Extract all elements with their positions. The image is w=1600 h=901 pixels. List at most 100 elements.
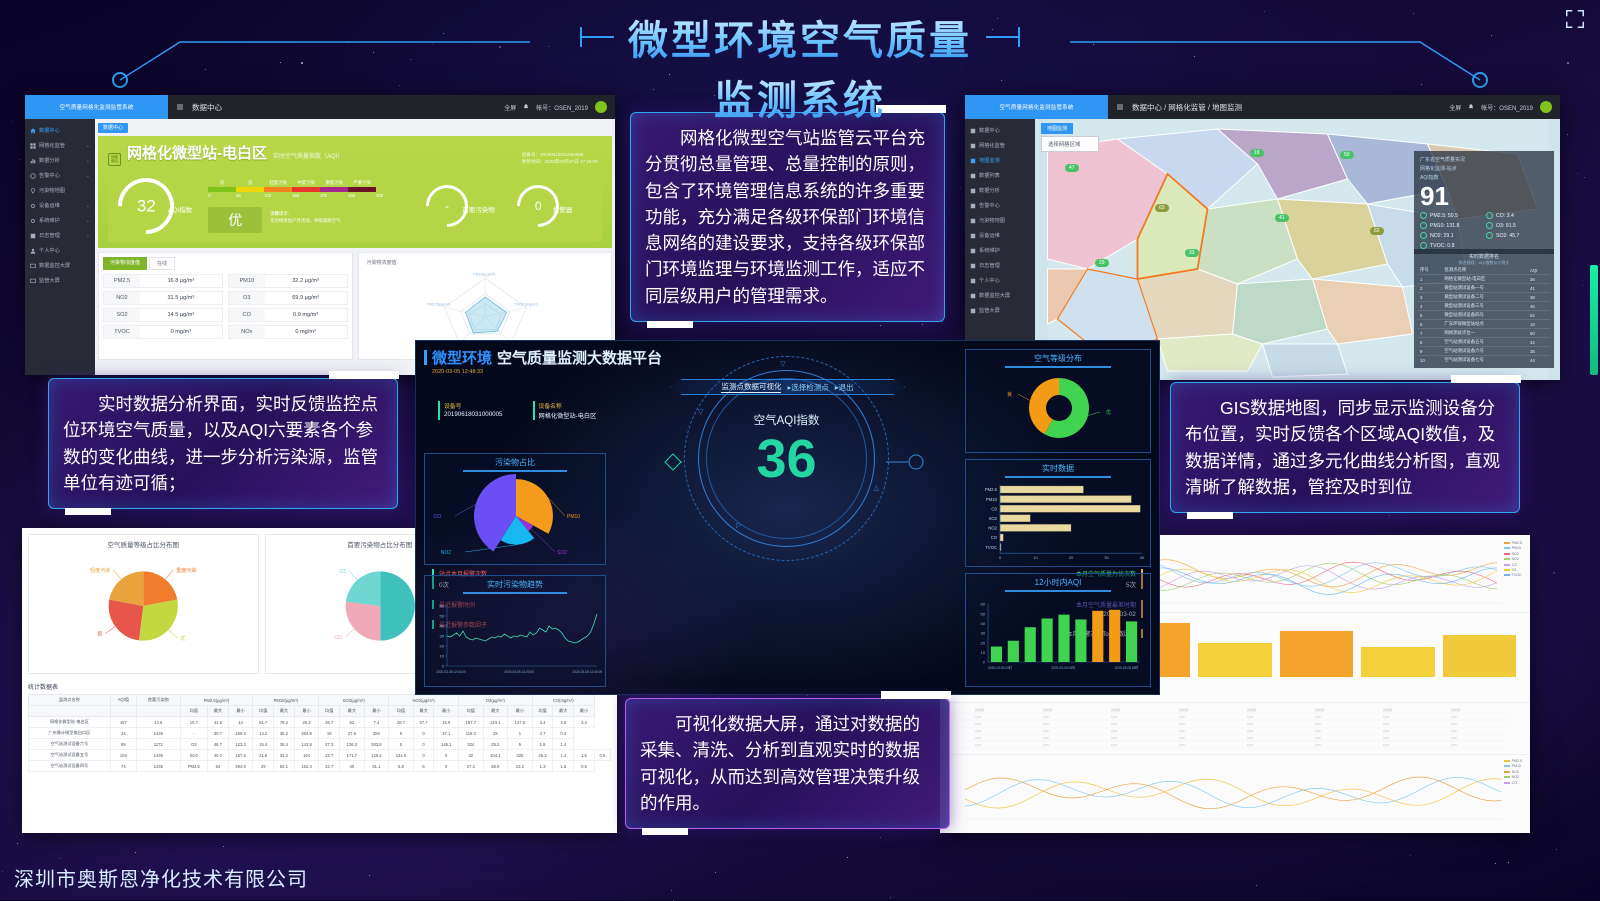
map-marker[interactable]: 29 [1095,259,1109,267]
alarm-gauge: 0 [508,176,567,235]
x-tick: 2020-03-05 12:20:00 [504,670,534,674]
sidebar-item-8[interactable]: 系统维护 [965,243,1035,258]
table-cell: 129.2 [364,750,389,761]
table-row[interactable]: 8 空气站测试设备五号 42 [1418,338,1550,347]
sidebar-item-6[interactable]: 系统维护 ⌄ [25,213,95,228]
table-row[interactable]: 4 微型站测试设备三号 45 [1418,302,1550,311]
nav-item-select-point[interactable]: ▸选择检测点 [787,382,828,393]
table-row[interactable]: 1 网格化微型站-电白区 36 [1418,275,1550,284]
rank-title: 实时数据排名 [1418,253,1550,260]
table-row[interactable]: 广东微计微型电白口区 44 1435-30.7 169.5 14.2 36.2 264.9 1… [29,728,611,739]
table-cell: 146.1 [434,739,459,750]
table-cell: 4.7 [532,728,553,739]
sidebar-item-1[interactable]: 网格化监管 [965,138,1035,153]
sidebar-item-4[interactable]: 数据分析 [965,183,1035,198]
sidebar-item-12[interactable]: 监管大屏 [965,303,1035,318]
table-cell: 104.1 [483,750,508,761]
pollutant-value: 0.9 mg/m³ [265,309,347,321]
table-row[interactable]: 10 空气站测试设备七号 44 [1418,356,1550,365]
table-cell: 35.4 [274,739,295,750]
mini-cell: 0.00 [1043,743,1049,747]
sidebar-item-2[interactable]: 地图监测 [965,153,1035,168]
realtime-dashboard-window[interactable]: 空气质量网格化监测监管系统 数据中心 全屏 帐号：OSEN_2019 数据中心 … [25,95,615,375]
sidebar-item-10[interactable]: 个人中心 [965,273,1035,288]
sidebar-item-label: 数据分析 [39,157,60,164]
mini-cell: 0.00 [1247,729,1253,733]
bar-category: CO [991,535,998,540]
sidebar-item-label: 数据监控大屏 [979,292,1010,299]
sidebar-item-5[interactable]: 告警中心 [965,198,1035,213]
map-marker[interactable]: 18 [1250,149,1264,157]
bar [1092,611,1103,662]
map-marker[interactable]: 63 [1155,204,1169,212]
table-cell: 1.5 [553,761,574,772]
sidebar-item-5[interactable]: 设备运维 ⌄ [25,198,95,213]
table-row[interactable]: 7 网格测试点位一 60 [1418,329,1550,338]
table-header: PM10(µg/m³) [253,695,319,706]
caption-intro-text: 网格化微型空气站监管云平台充分贯彻总量管理、总量控制的原则，包含了环境管理信息系… [645,125,930,309]
bigscreen-nav[interactable]: 监测点数据可视化 ▸选择检测点 ▸退出 [670,379,905,395]
table-row[interactable]: 空气站测试设备五号 104 1439 SO2 40.3 157.5 21.6 33.2 164 2… [29,750,611,761]
rank-table[interactable]: 实时数据排名 排名规则：AQI指数从小到大 序号 监测点名称 AQI 1 网格化微型站-… [1414,249,1554,368]
table-row[interactable]: 5 微型站测试设备四号 52 [1418,311,1550,320]
sidebar-item-1[interactable]: 网格化监管 ⌄ [25,138,95,153]
mini-cell: 0.00 [1247,743,1253,747]
rank-cell: 42 [1528,338,1550,347]
table-row[interactable]: 空气站测试设备四号 74 1435 PM2.5 54 294.9 29 62.1 162.4 32… [29,761,611,772]
map-marker[interactable]: 47 [1065,164,1079,172]
table-cell: 1.5 [574,750,595,761]
sidebar-item-7[interactable]: 日志管理 ⌄ [25,228,95,243]
table-row[interactable]: 空气站测试设备六号 99 1172 O3 46.7 123.3 15.4 35.4 143.9 2… [29,739,611,750]
page-title: 微型环境空气质量 监测系统 [0,8,1600,126]
page-scrollbar[interactable] [1590,265,1598,375]
map-marker[interactable]: 62 [1370,227,1384,235]
table-row[interactable]: 9 空气站测试设备六号 35 [1418,347,1550,356]
mini-cell: 列标题 [1247,707,1256,712]
map-marker[interactable]: 41 [1275,214,1289,222]
table-cell: 74 [110,761,136,772]
map-marker[interactable]: 33 [1185,249,1199,257]
sidebar-item-2[interactable]: 数据分析 ⌄ [25,153,95,168]
table-cell: 32 [459,750,484,761]
map-marker[interactable]: 50 [1340,151,1354,159]
sidebar-item-9[interactable]: 日志管理 [965,258,1035,273]
sidebar-item-7[interactable]: 设备运维 [965,228,1035,243]
bigscreen-title-suffix: 空气质量监测大数据平台 [497,347,662,368]
table-row[interactable]: 网格化微型站-电白区 157 14.6 10.7 41.5 14 61.7 76.2 20.2 3… [29,717,611,728]
sidebar-item-8[interactable]: 个人中心 [25,243,95,258]
mini-cell: 0.00 [975,715,981,719]
mini-cell: 0.00 [1451,729,1457,733]
table-header: 监测点名称 [29,695,111,706]
sidebar-item-9[interactable]: 数据监控大屏 [25,258,95,273]
table-row[interactable]: 3 微型站测试设备二号 38 [1418,293,1550,302]
chart-legend: PM2.5 PM10 SO2 NO2 CO O3 TVOC [1504,541,1522,579]
sidebar-item-10[interactable]: 监管大屏 [25,273,95,288]
sidebar-item-4[interactable]: 污染物地图 [25,183,95,198]
table-row[interactable]: 2 微型站测试设备一号 41 [1418,284,1550,293]
metric-ring-icon [1420,222,1427,229]
gis-map-window[interactable]: 空气质量网格化监测监管系统 数据中心 / 网格化监管 / 地图监测 全屏 帐号：… [965,95,1560,380]
tab-pollutant-values[interactable]: 污染物浓度值 [103,257,147,270]
mini-cell: 0.00 [1043,729,1049,733]
sidebar[interactable]: 数据中心 网格化监管 ⌄ 数据分析 ⌄ 告警中心 ⌄ 污染物地图 设备运维 ⌄ … [25,119,95,375]
rank-cell: 5 [1418,311,1442,320]
table-cell: 1439 [136,750,180,761]
nav-item-visualization[interactable]: 监测点数据可视化 [721,381,781,393]
bigscreen-dashboard[interactable]: 微型环境 空气质量监测大数据平台 2020-03-05 12:48:33 监测点数… [415,340,1160,695]
scale-name-4: 重度污染 [320,180,348,186]
table-cell: 20.2 [294,717,319,728]
bar [1008,641,1019,662]
table-row[interactable]: 6 广东环保微型站站点 18 [1418,320,1550,329]
sidebar-item-3[interactable]: 数据列表 [965,168,1035,183]
scale-bar-4 [320,187,348,192]
nav-item-exit[interactable]: ▸退出 [835,382,854,393]
sidebar-item-6[interactable]: 污染物地图 [965,213,1035,228]
tab-online[interactable]: 在线 [149,257,175,270]
region-select[interactable]: 选择网格区域 [1041,136,1099,152]
sidebar-item-label: 个人中心 [979,277,1000,284]
sidebar-item-3[interactable]: 告警中心 ⌄ [25,168,95,183]
expand-icon[interactable] [1564,8,1586,30]
table-subheader: 均值 [389,706,414,717]
sidebar-item-11[interactable]: 数据监控大屏 [965,288,1035,303]
pollutant-value: 0 mg/m³ [265,326,347,338]
